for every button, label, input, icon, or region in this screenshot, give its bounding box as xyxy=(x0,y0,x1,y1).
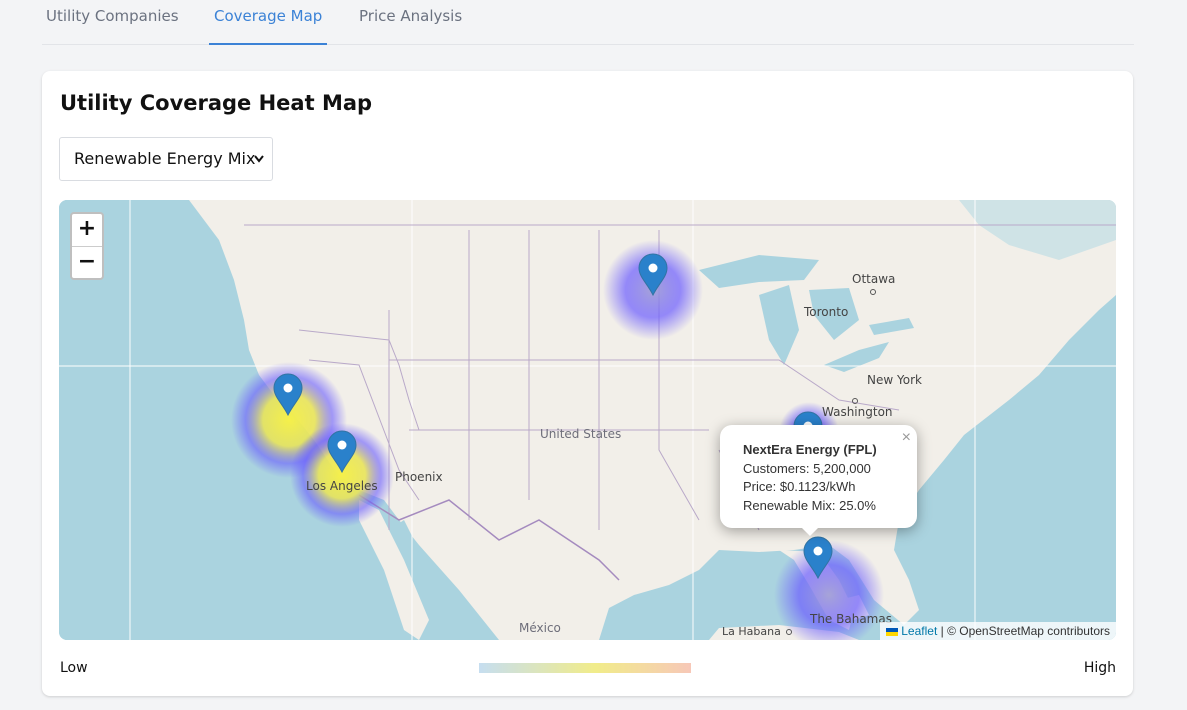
popup-renewable: Renewable Mix: 25.0% xyxy=(743,497,876,513)
leaflet-link[interactable]: Leaflet xyxy=(901,624,937,638)
map-label-new-york: New York xyxy=(867,373,922,387)
close-icon[interactable]: × xyxy=(902,429,911,448)
zoom-control: + − xyxy=(70,212,104,280)
popup-price: Price: $0.1123/kWh xyxy=(743,479,856,494)
map-label-la-habana: La Habana xyxy=(722,625,781,638)
map-label-ottawa: Ottawa xyxy=(852,272,896,286)
legend-high-label: High xyxy=(1083,660,1116,676)
card-title: Utility Coverage Heat Map xyxy=(60,91,373,115)
legend-gradient-bar xyxy=(479,663,691,673)
map-label-los-angeles: Los Angeles xyxy=(306,479,378,493)
legend-low-label: Low xyxy=(60,660,88,676)
attribution-text: | © OpenStreetMap contributors xyxy=(937,624,1110,638)
map-tiles xyxy=(59,200,1116,640)
tab-price-analysis[interactable]: Price Analysis xyxy=(359,0,462,44)
popup-tip xyxy=(799,525,821,536)
coverage-map[interactable]: + − Ottawa Toronto New York Washington U… xyxy=(59,200,1116,640)
tab-coverage-map[interactable]: Coverage Map xyxy=(208,0,328,45)
map-label-united-states: United States xyxy=(540,427,622,441)
chevron-down-icon xyxy=(254,138,264,198)
tab-utility-companies[interactable]: Utility Companies xyxy=(46,0,179,44)
zoom-in-button[interactable]: + xyxy=(72,214,102,247)
popup-title: NextEra Energy (FPL) xyxy=(743,442,877,457)
ukraine-flag-icon xyxy=(886,627,899,636)
metric-select[interactable]: Renewable Energy Mix xyxy=(59,137,273,181)
map-label-mexico: México xyxy=(519,621,561,635)
zoom-out-button[interactable]: − xyxy=(72,247,102,279)
metric-select-value: Renewable Energy Mix xyxy=(74,149,256,168)
map-attribution: Leaflet | © OpenStreetMap contributors xyxy=(880,622,1116,640)
map-label-washington: Washington xyxy=(822,405,893,419)
heat-map-card: Utility Coverage Heat Map Renewable Ener… xyxy=(42,71,1133,696)
map-label-toronto: Toronto xyxy=(804,305,849,319)
tab-bar: Utility Companies Coverage Map Price Ana… xyxy=(42,0,1134,45)
marker-popup: NextEra Energy (FPL) Customers: 5,200,00… xyxy=(720,425,917,528)
map-label-phoenix: Phoenix xyxy=(395,470,443,484)
popup-customers: Customers: 5,200,000 xyxy=(743,460,871,476)
